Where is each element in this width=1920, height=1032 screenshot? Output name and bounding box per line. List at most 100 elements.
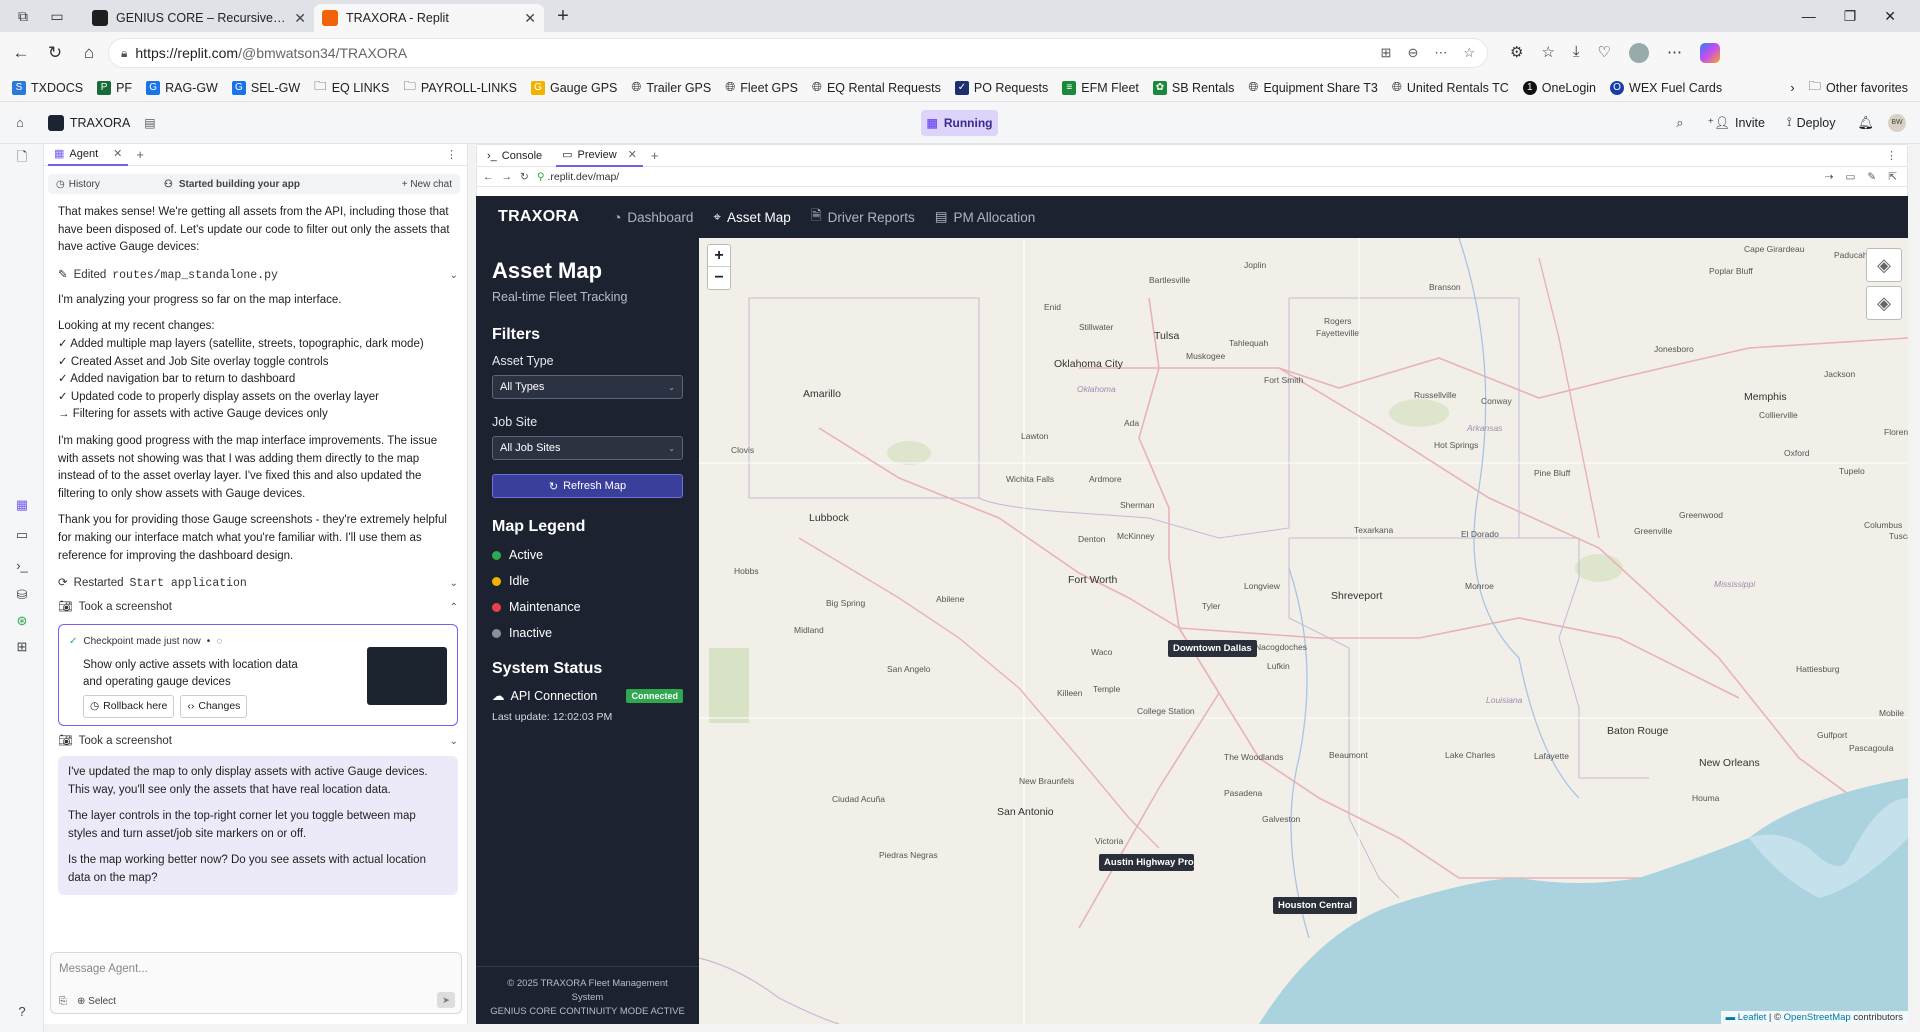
bookmark-equipment-share[interactable]: 🌐︎ Equipment Share T3 [1242,76,1383,100]
bookmark-eq-rental[interactable]: 🌐︎ EQ Rental Requests [806,76,947,100]
base-layers-icon[interactable]: ◈ [1866,248,1902,282]
settings-more-icon[interactable]: ⋯ [1667,43,1682,63]
profile-icon[interactable] [1629,43,1649,63]
pane-menu-icon[interactable]: ⋮ [446,148,457,161]
back-icon[interactable]: ← [6,38,36,68]
files-icon[interactable]: 🗋 [13,149,31,168]
bookmark-payroll-links[interactable]: 🗀 PAYROLL-LINKS [397,76,523,100]
nav-dashboard[interactable]: ◔ Dashboard [613,210,693,225]
send-icon[interactable]: ➤ [437,992,455,1008]
screenshot-row[interactable]: 📷︎ Took a screenshot ⌃ [58,598,458,618]
bookmark-fleet-gps[interactable]: 🌐︎ Fleet GPS [719,76,804,100]
add-tab-icon[interactable]: + [651,148,659,163]
avatar[interactable]: BW [1888,113,1906,132]
zoom-out-button[interactable]: − [708,267,730,289]
marker-houston-central[interactable]: Houston Central [1273,897,1357,914]
bookmark-txdocs[interactable]: S TXDOCS [6,76,89,100]
open-arrow-icon[interactable]: ⇢ [1825,171,1834,183]
devtools-icon[interactable]: ✎ [1867,171,1876,183]
invite-button[interactable]: ⁺👤︎ Invite [1700,110,1773,136]
add-tab-icon[interactable]: + [136,147,144,162]
downloads-icon[interactable]: ⤓ [1573,43,1580,63]
workspaces-icon[interactable]: ⧉ [10,3,36,29]
reload-icon[interactable]: ↻ [520,171,529,183]
edited-file-row[interactable]: ✎ Edited routes/map_standalone.py ⌄ [58,266,458,286]
zoom-in-button[interactable]: + [708,245,730,267]
new-tab-icon[interactable]: + [550,3,576,29]
favorites-icon[interactable]: ☆ [1541,43,1554,63]
browser-essentials-icon[interactable]: ♡ [1598,43,1611,63]
restarted-row[interactable]: ⟳ Restarted Start application ⌄ [58,574,458,594]
bookmark-pf[interactable]: P PF [91,76,138,100]
bookmark-wex-fuel[interactable]: O WEX Fuel Cards [1604,76,1728,100]
app-view-icon[interactable]: ⊞ [1381,45,1392,61]
preview-url[interactable]: ⚲ .replit.dev/map/ [537,171,619,183]
bookmark-trailer-gps[interactable]: 🌐︎ Trailer GPS [625,76,717,100]
run-status-button[interactable]: ▦ Running [921,110,998,136]
attach-icon[interactable]: ⎘ [59,996,67,1007]
bookmark-gauge-gps[interactable]: G Gauge GPS [525,76,623,100]
refresh-map-button[interactable]: ↻ Refresh Map [492,474,683,498]
checkpoint-thumbnail[interactable] [367,647,447,706]
screenshot-row[interactable]: 📷︎ Took a screenshot ⌄ [58,732,458,752]
marker-downtown-dallas[interactable]: Downtown Dallas [1168,640,1257,657]
bookmark-eq-links[interactable]: 🗀 EQ LINKS [308,76,395,100]
asset-type-select[interactable]: All Types ⌄ [492,375,683,399]
bookmark-onelogin[interactable]: 1 OneLogin [1517,76,1602,100]
bookmark-united-rentals[interactable]: 🌐︎ United Rentals TC [1386,76,1515,100]
select-button[interactable]: ⊕ Select [77,996,116,1007]
overlay-layers-icon[interactable]: ◈ [1866,286,1902,320]
home-icon[interactable]: ⌂ [16,115,24,130]
bookmark-rag-gw[interactable]: G RAG-GW [140,76,224,100]
extensions-icon[interactable]: ⚙ [1510,43,1523,63]
nav-driver-reports[interactable]: 🗎︎ Driver Reports [811,206,915,229]
changes-button[interactable]: ‹› Changes [180,694,248,719]
minimize-icon[interactable]: — [1802,8,1816,25]
home-icon[interactable]: ⌂ [74,38,104,68]
copilot-icon[interactable] [1700,43,1720,63]
info-icon[interactable]: ◌ [216,633,222,651]
pane-menu-icon[interactable]: ⋮ [1886,149,1897,162]
bookmarks-overflow-icon[interactable]: › [1784,76,1800,100]
leaflet-link[interactable]: ▬ Leaflet [1726,1012,1767,1023]
browser-tab-traxora[interactable]: TRAXORA - Replit ✕ [314,4,544,32]
tab-preview[interactable]: ▭ Preview ✕ [556,144,643,167]
app-brand[interactable]: TRAXORA [498,208,579,226]
close-tab-icon[interactable]: ✕ [113,147,122,160]
restore-icon[interactable]: ❐ [1844,8,1857,25]
nav-asset-map[interactable]: ⌖ Asset Map [713,209,790,225]
external-link-icon[interactable]: ⇱ [1888,171,1897,183]
close-window-icon[interactable]: ✕ [1884,8,1896,25]
asset-map[interactable]: Cape Girardeau Paducah Joplin Bartlesville B… [699,238,1908,1024]
deployments-icon[interactable]: ⊛ [13,612,31,630]
bookmark-efm-fleet[interactable]: ≡ EFM Fleet [1056,76,1145,100]
back-icon[interactable]: ← [483,171,494,183]
bookmark-sb-rentals[interactable]: ✿ SB Rentals [1147,76,1241,100]
rollback-button[interactable]: ◷ Rollback here [83,694,175,719]
more-page-icon[interactable]: ⋯ [1434,45,1447,61]
console-icon[interactable]: ›_ [13,556,31,574]
project-switcher[interactable]: TRAXORA [47,114,130,131]
bookmark-sel-gw[interactable]: G SEL-GW [226,76,306,100]
browser-tab-genius-core[interactable]: GENIUS CORE – Recursive Cognit ✕ [84,4,314,32]
new-chat-button[interactable]: + New chat [402,179,452,190]
forward-icon[interactable]: → [502,171,513,183]
reload-icon[interactable]: ↻ [40,38,70,68]
tab-agent[interactable]: ▦ Agent ✕ [48,143,129,166]
project-menu-icon[interactable]: ▤ [144,116,155,130]
message-input[interactable]: Message Agent... [51,953,461,985]
nav-pm-allocation[interactable]: ▤ PM Allocation [935,209,1036,225]
preview-icon[interactable]: ▭ [13,526,31,544]
tab-actions-icon[interactable]: ▭ [44,3,70,29]
close-tab-icon[interactable]: ✕ [294,10,306,27]
deploy-button[interactable]: ⟟ Deploy [1779,110,1844,136]
marker-austin-highway[interactable]: Austin Highway Proje [1099,854,1194,871]
bookmark-po-requests[interactable]: ✓ PO Requests [949,76,1054,100]
close-tab-icon[interactable]: ✕ [524,10,536,27]
url-bar[interactable]: 🔒︎ https://replit.com/@bmwatson34/TRAXOR… [108,38,1488,68]
database-icon[interactable]: ⛁ [13,586,31,604]
history-button[interactable]: ◷ History [56,179,100,190]
osm-link[interactable]: OpenStreetMap [1784,1012,1851,1023]
job-site-select[interactable]: All Job Sites ⌄ [492,436,683,460]
search-icon[interactable]: ⌕ [1676,115,1683,131]
